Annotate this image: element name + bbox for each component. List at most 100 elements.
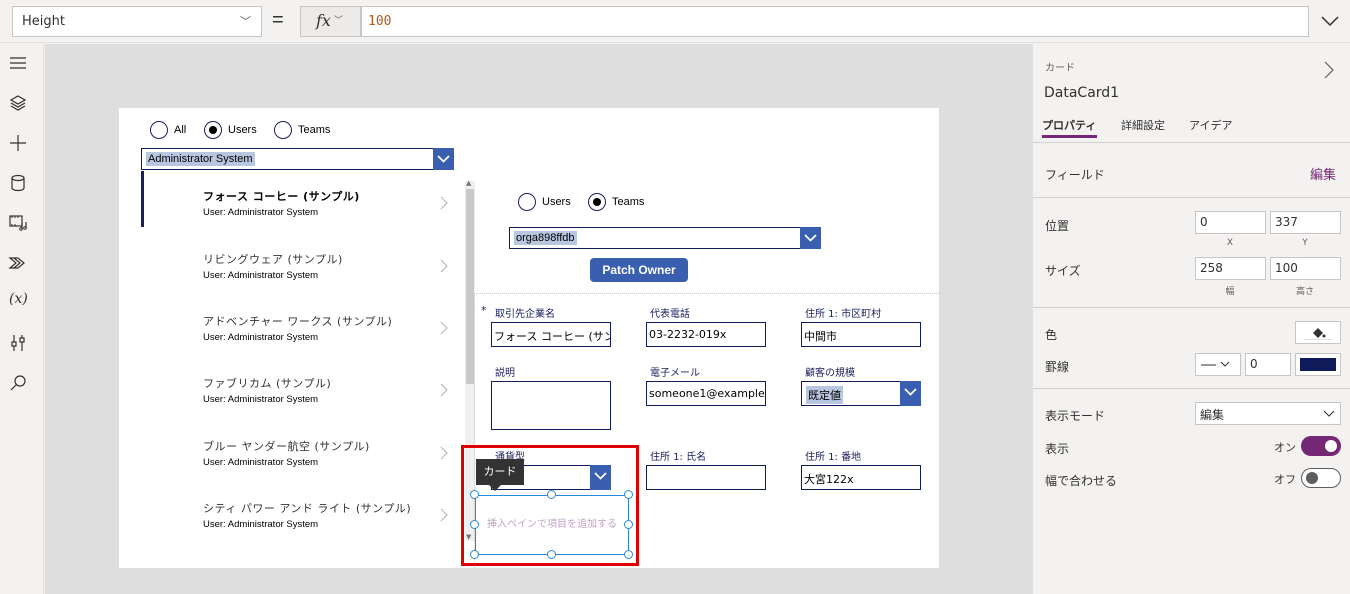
position-label: 位置: [1045, 219, 1070, 233]
radio-label: Teams: [612, 196, 645, 208]
insert-plus-icon[interactable]: [8, 133, 28, 153]
resize-handle[interactable]: [470, 550, 479, 559]
chevron-down-icon: ﹀: [333, 16, 343, 26]
radio-all[interactable]: All: [150, 121, 186, 139]
radio-users-2[interactable]: Users: [518, 193, 571, 211]
visible-toggle[interactable]: [1301, 436, 1341, 456]
fx-button[interactable]: fx ﹀: [300, 6, 361, 37]
card-placeholder-text: 挿入ペインで項目を追加する: [487, 519, 617, 530]
resize-handle[interactable]: [624, 520, 633, 529]
gallery-item-subtitle: User: Administrator System: [203, 394, 319, 405]
property-value: Height: [22, 14, 65, 29]
advanced-tools-icon[interactable]: [8, 333, 28, 353]
width-caption: 幅: [1225, 287, 1235, 297]
chevron-right-icon[interactable]: [439, 383, 449, 397]
gallery-item[interactable]: リビングウェア (サンプル) User: Administrator Syste…: [203, 251, 448, 291]
combobox-expand-button[interactable]: [433, 148, 454, 170]
properties-panel: カード DataCard1 プロパティ 詳細設定 アイデア フィールド 編集 位…: [1032, 44, 1350, 594]
scrollbar-thumb[interactable]: [466, 189, 474, 384]
border-width-input[interactable]: 0: [1245, 353, 1291, 376]
variables-icon[interactable]: (x): [9, 291, 29, 311]
chevron-right-icon[interactable]: [1323, 61, 1335, 79]
tab-properties[interactable]: プロパティ: [1042, 117, 1096, 133]
width-input[interactable]: 258: [1195, 257, 1266, 280]
hamburger-menu-icon[interactable]: [8, 53, 28, 73]
address-name-input[interactable]: [646, 465, 766, 490]
tab-advanced[interactable]: 詳細設定: [1121, 117, 1165, 133]
account-name-input[interactable]: フォース コーヒー (サンプル): [491, 322, 611, 347]
gallery-item[interactable]: アドベンチャー ワークス (サンプル) User: Administrator …: [203, 313, 448, 353]
x-input[interactable]: 0: [1195, 211, 1266, 234]
radio-label: All: [174, 124, 187, 136]
team-combobox[interactable]: orga898ffdb: [509, 227, 821, 249]
fields-label: フィールド: [1045, 168, 1105, 182]
customer-size-dropdown[interactable]: 既定値: [801, 381, 921, 406]
gallery-item[interactable]: ブルー ヤンダー航空 (サンプル) User: Administrator Sy…: [203, 438, 448, 478]
scroll-up-arrow-icon[interactable]: ▲: [466, 179, 471, 187]
resize-handle[interactable]: [624, 490, 633, 499]
data-cylinder-icon[interactable]: [8, 173, 28, 193]
tab-ideas[interactable]: アイデア: [1189, 117, 1232, 133]
fit-width-label: 幅で合わせる: [1045, 474, 1118, 488]
edit-fields-link[interactable]: 編集: [1310, 164, 1336, 183]
field-label-email: 電子メール: [650, 368, 700, 379]
height-caption: 高さ: [1295, 287, 1314, 297]
resize-handle[interactable]: [470, 490, 479, 499]
resize-handle[interactable]: [547, 490, 556, 499]
description-input[interactable]: [491, 381, 611, 430]
resize-handle[interactable]: [624, 550, 633, 559]
radio-teams-2[interactable]: Teams: [588, 193, 644, 211]
color-label: 色: [1045, 328, 1058, 342]
power-automate-icon[interactable]: [8, 253, 28, 273]
selected-data-card[interactable]: 挿入ペインで項目を追加する: [475, 495, 629, 555]
fx-label: fx: [316, 11, 331, 30]
media-icon[interactable]: [8, 213, 28, 233]
radio-circle: [150, 121, 168, 139]
chevron-right-icon[interactable]: [439, 321, 449, 335]
expand-formula-button[interactable]: [1318, 9, 1342, 33]
chevron-down-icon: [1323, 410, 1335, 417]
combobox-expand-button[interactable]: [800, 227, 821, 249]
fill-color-picker[interactable]: [1295, 321, 1341, 344]
control-name: DataCard1: [1044, 85, 1120, 101]
property-dropdown[interactable]: Height ﹀: [12, 6, 262, 37]
y-caption: Y: [1302, 238, 1308, 248]
chevron-right-icon[interactable]: [439, 196, 449, 210]
dropdown-expand-button[interactable]: [900, 381, 921, 406]
user-combobox[interactable]: Administrator System: [141, 148, 454, 170]
field-label-city: 住所 1: 市区町村: [805, 309, 882, 320]
radio-label: Users: [228, 124, 257, 136]
formula-input[interactable]: 100: [361, 6, 1309, 37]
chevron-right-icon[interactable]: [439, 508, 449, 522]
field-label-description: 説明: [495, 368, 515, 379]
border-label: 罫線: [1045, 360, 1070, 374]
city-input[interactable]: 中間市: [801, 322, 921, 347]
gallery-item-subtitle: User: Administrator System: [203, 457, 319, 468]
patch-owner-button[interactable]: Patch Owner: [590, 258, 688, 282]
border-color-picker[interactable]: [1295, 353, 1341, 376]
y-input[interactable]: 337: [1270, 211, 1341, 234]
border-style-dropdown[interactable]: [1195, 353, 1241, 376]
radio-users[interactable]: Users: [204, 121, 257, 139]
tree-view-layers-icon[interactable]: [8, 93, 28, 113]
gallery-item[interactable]: ファブリカム (サンプル) User: Administrator System: [203, 375, 448, 415]
search-icon[interactable]: [8, 373, 28, 393]
field-label-account-name: 取引先企業名: [495, 309, 555, 320]
display-mode-dropdown[interactable]: 編集: [1195, 402, 1341, 425]
divider: [1033, 197, 1350, 198]
radio-teams[interactable]: Teams: [274, 121, 330, 139]
chevron-right-icon[interactable]: [439, 446, 449, 460]
resize-handle[interactable]: [547, 550, 556, 559]
control-type-tooltip: カード: [476, 459, 524, 491]
email-input[interactable]: someone1@example.com: [646, 381, 766, 406]
gallery-item[interactable]: フォース コーヒー (サンプル) User: Administrator Sys…: [203, 188, 448, 228]
gallery-item[interactable]: シティ パワー アンド ライト (サンプル) User: Administrat…: [203, 500, 448, 540]
display-mode-value: 編集: [1200, 408, 1225, 422]
fit-width-toggle[interactable]: [1301, 468, 1341, 488]
street-input[interactable]: 大宮122x: [801, 465, 921, 490]
resize-handle[interactable]: [470, 520, 479, 529]
height-input[interactable]: 100: [1270, 257, 1341, 280]
size-label: サイズ: [1045, 264, 1081, 278]
phone-input[interactable]: 03-2232-019x: [646, 322, 766, 347]
chevron-right-icon[interactable]: [439, 259, 449, 273]
